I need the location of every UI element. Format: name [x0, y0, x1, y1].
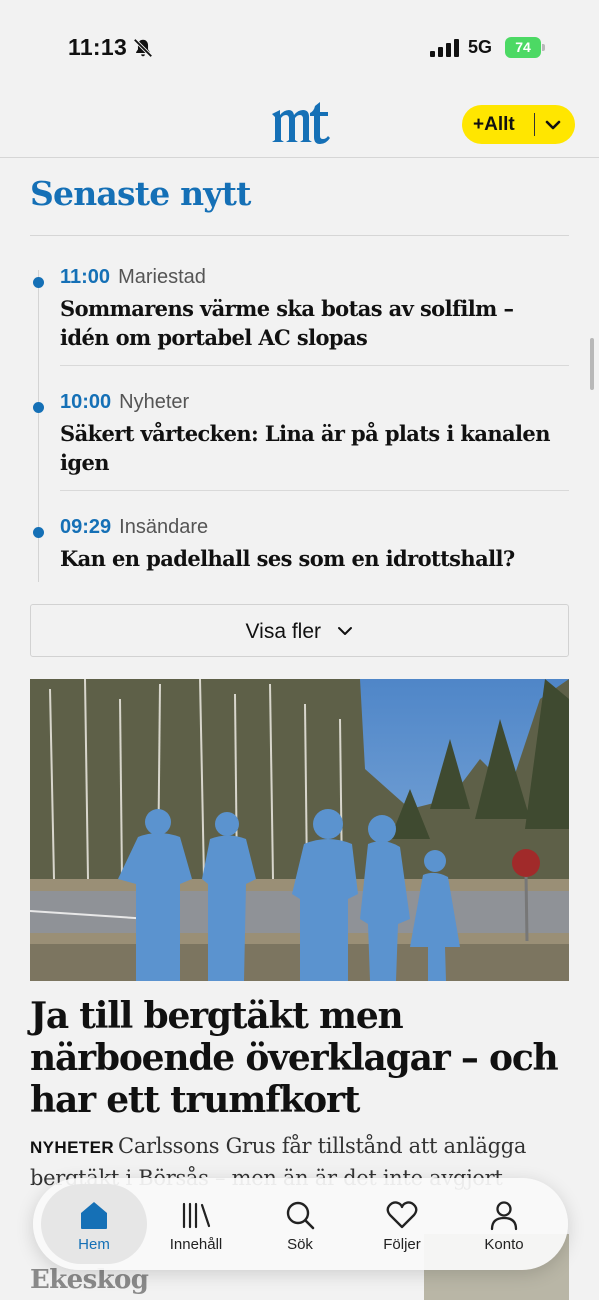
show-more-button[interactable]: Visa fler: [30, 604, 569, 657]
bell-muted-icon: [133, 38, 153, 58]
news-item[interactable]: 10:00 Nyheter Säkert vårtecken: Lina är p…: [30, 391, 569, 491]
news-item[interactable]: 11:00 Mariestad Sommarens värme ska botas…: [30, 266, 569, 366]
news-headline[interactable]: Sommarens värme ska botas av solfilm – i…: [60, 294, 560, 352]
tab-following[interactable]: Följer: [349, 1184, 455, 1264]
tab-label: Innehåll: [169, 1236, 223, 1253]
tab-label: Hem: [78, 1236, 110, 1253]
show-more-label: Visa fler: [245, 620, 322, 643]
app-header: +Allt: [0, 92, 599, 158]
timeline-dot: [33, 402, 44, 413]
news-time: 11:00: [60, 266, 111, 288]
divider: [60, 490, 569, 491]
news-headline[interactable]: Säkert vårtecken: Lina är på plats i kan…: [60, 419, 560, 477]
allt-subscribe-button[interactable]: +Allt: [462, 105, 575, 144]
battery-icon: 74: [505, 37, 545, 58]
tab-label: Konto: [484, 1236, 524, 1253]
tab-account[interactable]: Konto: [451, 1184, 557, 1264]
tab-content[interactable]: Innehåll: [143, 1184, 249, 1264]
news-meta: 10:00 Nyheter: [60, 391, 189, 414]
mt-logo[interactable]: [270, 100, 332, 148]
news-time: 09:29: [60, 516, 112, 538]
article-image[interactable]: [30, 679, 569, 981]
news-time: 10:00: [60, 391, 112, 413]
scrollbar[interactable]: [590, 338, 594, 390]
tab-bar: Hem Innehåll Sök Följer Konto: [33, 1178, 568, 1270]
news-category: Insändare: [119, 516, 209, 538]
tab-label: Följer: [383, 1236, 421, 1253]
library-icon: [182, 1202, 211, 1229]
section-title: Senaste nytt: [30, 174, 251, 213]
allt-label: +Allt: [473, 114, 515, 135]
search-icon: [286, 1201, 315, 1230]
news-item[interactable]: 09:29 Insändare Kan en padelhall ses som …: [30, 516, 569, 582]
article-title[interactable]: Ja till bergtäkt men närboende överklaga…: [30, 995, 575, 1121]
news-category: Nyheter: [119, 391, 190, 413]
chevron-down-icon: [338, 627, 353, 635]
news-category: Mariestad: [118, 266, 206, 288]
divider: [60, 365, 569, 366]
account-icon: [490, 1201, 518, 1231]
tab-home[interactable]: Hem: [41, 1184, 147, 1264]
status-time: 11:13: [68, 34, 128, 60]
network-type: 5G: [468, 37, 493, 57]
heart-icon: [386, 1201, 418, 1229]
chevron-down-icon[interactable]: [543, 115, 563, 135]
timeline-dot: [33, 277, 44, 288]
timeline-dot: [33, 527, 44, 538]
battery-level: 74: [505, 37, 541, 58]
news-meta: 11:00 Mariestad: [60, 266, 206, 289]
article-tag: NYHETER: [30, 1138, 115, 1157]
status-bar: 11:13 5G 74: [0, 0, 599, 92]
news-meta: 09:29 Insändare: [60, 516, 208, 539]
tab-label: Sök: [287, 1236, 313, 1253]
signal-icon: [430, 39, 459, 57]
home-icon: [81, 1202, 107, 1229]
tab-search[interactable]: Sök: [247, 1184, 353, 1264]
divider: [30, 235, 569, 236]
news-headline[interactable]: Kan en padelhall ses som en idrottshall?: [60, 544, 560, 573]
